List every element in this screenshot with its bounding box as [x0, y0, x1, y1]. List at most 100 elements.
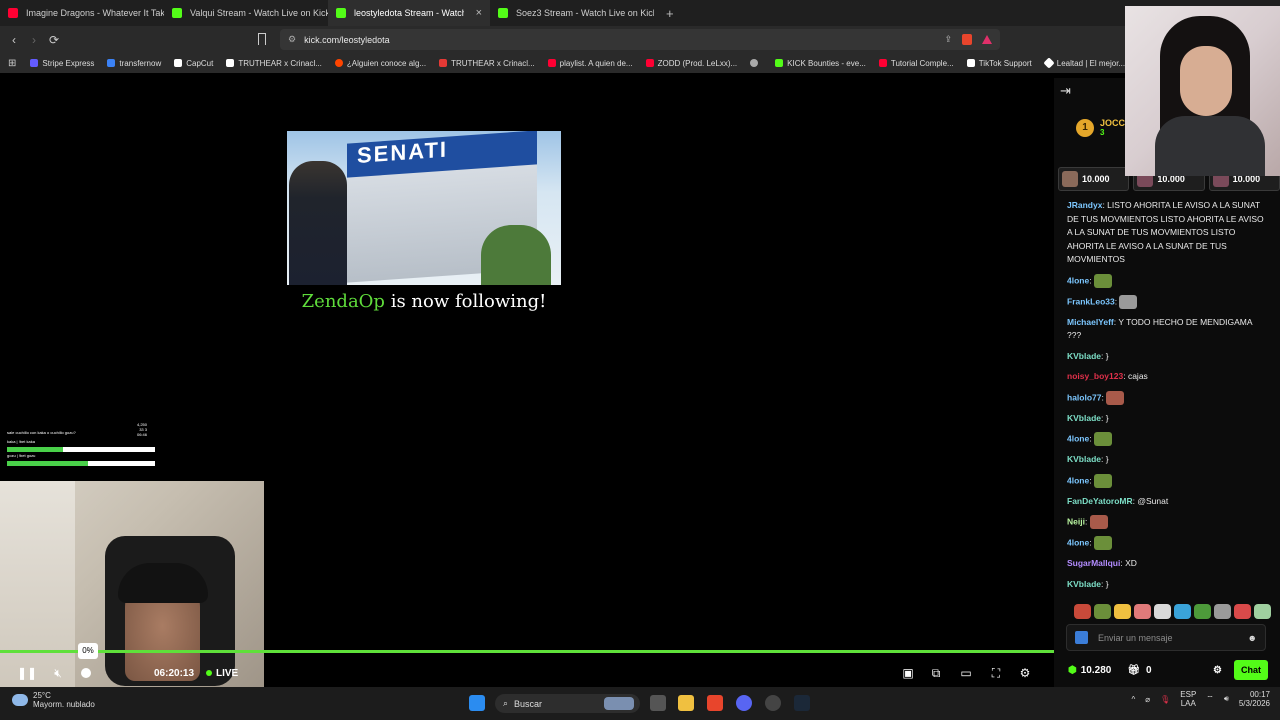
bookmark-item[interactable]: transfernow — [107, 59, 161, 68]
chat-username[interactable]: noisy_boy123 — [1067, 371, 1123, 381]
emoji-icon[interactable]: ☻ — [1248, 633, 1257, 643]
apps-grid-icon[interactable]: ⊞ — [8, 58, 16, 69]
brave-rewards-icon[interactable] — [982, 35, 992, 44]
emote-icon[interactable] — [1134, 604, 1151, 619]
chat-username[interactable]: 4lone — [1067, 537, 1089, 547]
bookmark-item[interactable]: ¿Alguien conoce alg... — [334, 59, 426, 68]
microphone-icon[interactable]: 🎙︎ — [1160, 695, 1170, 704]
bookmark-item[interactable]: KICK Bounties - eve... — [775, 59, 866, 68]
brave-shield-icon[interactable] — [962, 34, 972, 45]
reload-button[interactable]: ⟳ — [44, 33, 64, 47]
file-explorer-icon[interactable] — [678, 695, 694, 711]
clock[interactable]: 00:17 5/3/2026 — [1239, 690, 1270, 708]
chat-username[interactable]: 4lone — [1067, 275, 1089, 285]
back-button[interactable]: ‹ — [4, 33, 24, 47]
chat-username[interactable]: Neiji — [1067, 516, 1085, 526]
wifi-icon[interactable]: ⌔ — [1206, 694, 1214, 704]
chat-footer: ⬢ 10.280 🎁︎ 0 ⚙ Chat — [1068, 660, 1268, 680]
emote-icon[interactable] — [1254, 604, 1271, 619]
mute-icon[interactable]: 🔇︎ — [50, 662, 66, 684]
emote-icon[interactable] — [1114, 604, 1131, 619]
chat-username[interactable]: KVblade — [1067, 454, 1101, 464]
bookmark-item[interactable]: playlist. A quien de... — [547, 59, 633, 68]
network-icon[interactable]: ⌀ — [1145, 695, 1150, 704]
volume-icon[interactable]: 🔊︎ — [1224, 694, 1229, 704]
miniplayer-icon[interactable]: ▣ — [900, 662, 916, 684]
language-indicator[interactable]: ESP LAA — [1180, 690, 1196, 708]
bookmark-item[interactable]: TikTok Support — [966, 59, 1032, 68]
bookmark-item[interactable]: ZODD (Prod. LeLxx)... — [645, 59, 737, 68]
live-badge[interactable]: LIVE — [206, 662, 238, 684]
settings-gear-icon[interactable]: ⚙ — [1017, 662, 1033, 684]
tab-soez3[interactable]: Soez3 Stream - Watch Live on Kick — [490, 0, 654, 26]
pinned-leaderboard[interactable]: 1 JOCC 3 — [1076, 118, 1125, 137]
chat-username[interactable]: KVblade — [1067, 351, 1101, 361]
chat-username[interactable]: halolo77 — [1067, 392, 1101, 402]
chat-username[interactable]: SugarMallqui — [1067, 558, 1120, 568]
bookmark-item[interactable]: Lealtad | El mejor... — [1043, 57, 1125, 69]
close-tab-icon[interactable]: × — [476, 7, 482, 19]
tab-imagine-dragons[interactable]: Imagine Dragons - Whatever It Takes — [0, 0, 164, 26]
video-player[interactable]: SENATI ZendaOp is now following! sale cu… — [0, 78, 1054, 687]
site-info-icon[interactable]: ⚙ — [288, 34, 296, 45]
new-tab-button[interactable]: + — [666, 6, 674, 21]
bookmark-item[interactable]: TRUTHEAR x Crinacl... — [226, 59, 322, 68]
emote-icon[interactable] — [1074, 604, 1091, 619]
bookmark-item[interactable] — [750, 59, 762, 67]
shelf-graphic — [0, 481, 75, 687]
chat-username[interactable]: FanDeYatoroMR — [1067, 496, 1133, 506]
leader-name: JOCC — [1100, 118, 1126, 128]
chat-username[interactable]: 4lone — [1067, 433, 1089, 443]
bookmark-item[interactable]: TRUTHEAR x Crinacl... — [439, 59, 535, 68]
emote-icon[interactable] — [1194, 604, 1211, 619]
theater-mode-icon[interactable]: ▭ — [958, 662, 974, 684]
brave-browser-icon[interactable] — [707, 695, 723, 711]
emote-icon[interactable] — [1174, 604, 1191, 619]
playback-progress[interactable] — [0, 650, 1054, 653]
taskbar-search[interactable]: ⌕ Buscar — [495, 694, 640, 713]
emote-icon[interactable] — [1154, 604, 1171, 619]
pause-icon[interactable]: ❚❚ — [17, 662, 37, 684]
chat-username[interactable]: JRandyx — [1067, 200, 1102, 210]
chat-message-input[interactable]: Enviar un mensaje ☻ — [1066, 624, 1266, 651]
volume-slider[interactable] — [80, 662, 92, 684]
tab-valqui[interactable]: Valqui Stream - Watch Live on Kick — [164, 0, 328, 26]
clip-icon[interactable]: ⧉ — [928, 662, 944, 684]
task-view-icon[interactable] — [650, 695, 666, 711]
bookmark-icon[interactable] — [258, 33, 266, 45]
emote-icon[interactable] — [1234, 604, 1251, 619]
windows-start-icon[interactable] — [469, 695, 485, 711]
channel-points[interactable]: 10.280 — [1081, 665, 1112, 676]
tab-leostyledota[interactable]: leostyledota Stream - Watch Live on Kick… — [328, 0, 490, 26]
share-icon[interactable]: ⇪ — [944, 34, 952, 45]
discord-icon[interactable] — [736, 695, 752, 711]
collapse-chat-icon[interactable]: ⇥ — [1060, 83, 1071, 99]
chat-username[interactable]: KVblade — [1067, 413, 1101, 423]
emote-icon[interactable] — [1214, 604, 1231, 619]
poll-bar — [7, 447, 155, 452]
bookmark-item[interactable]: CapCut — [174, 59, 213, 68]
chat-username[interactable]: MichaelYeff — [1067, 317, 1114, 327]
emote-icon[interactable] — [1094, 604, 1111, 619]
fullscreen-icon[interactable]: ⛶ — [988, 662, 1004, 684]
chat-username[interactable]: KVblade — [1067, 579, 1101, 589]
chat-message: halolo77: — [1067, 390, 1267, 405]
hair-graphic — [118, 563, 208, 603]
tray-expand-icon[interactable]: ^ — [1132, 695, 1136, 704]
bookmark-item[interactable]: Tutorial Comple... — [878, 59, 954, 68]
system-tray: ^ ⌀ 🎙︎ ESP LAA ⌔ 🔊︎ 00:17 5/3/2026 — [1132, 690, 1270, 708]
steam-icon[interactable] — [794, 695, 810, 711]
bookmark-item[interactable]: Stripe Express — [30, 59, 94, 68]
forward-button[interactable]: › — [24, 33, 44, 47]
chat-username[interactable]: FrankLeo33 — [1067, 296, 1115, 306]
app-icon[interactable] — [765, 695, 781, 711]
chat-username[interactable]: 4lone — [1067, 475, 1089, 485]
chat-settings-icon[interactable]: ⚙ — [1213, 665, 1222, 676]
gift-icon[interactable]: 🎁︎ — [1127, 665, 1140, 676]
cloud-icon — [12, 694, 28, 706]
url-field[interactable]: ⚙ kick.com/leostyledota ⇪ — [280, 29, 1000, 50]
chat-send-button[interactable]: Chat — [1234, 660, 1268, 680]
youtube-icon — [8, 8, 18, 18]
gift-leader[interactable]: 10.000 — [1058, 167, 1130, 191]
weather-widget[interactable]: 25°C Mayorm. nublado — [12, 691, 95, 709]
